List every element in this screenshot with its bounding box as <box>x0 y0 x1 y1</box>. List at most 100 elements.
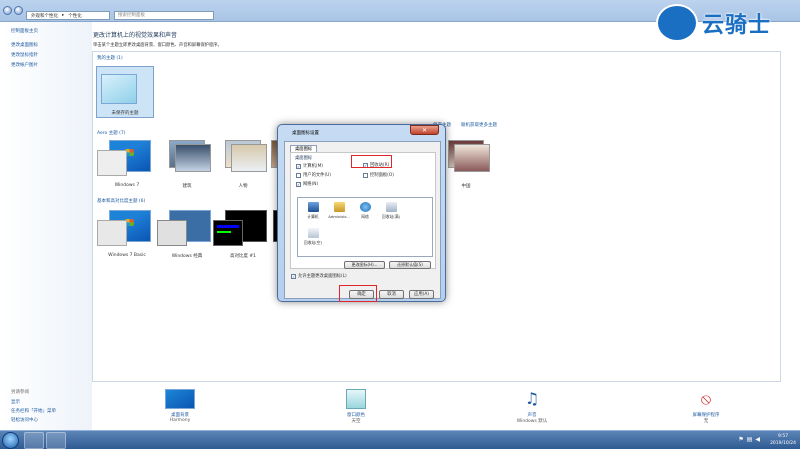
watermark: 云骑士 <box>656 3 784 43</box>
my-themes-heading: 我的主题 (1) <box>97 56 123 61</box>
user-files-checkbox[interactable]: 用户的文件(U) <box>296 172 331 178</box>
icon-settings-group: 桌面图标 ✓ 计算机(M) ✓ 回收站(R) 用户的文件(U) 控制面板(O) ✓ 网… <box>290 152 436 269</box>
clock-time: 9:57 <box>777 434 789 439</box>
theme-color-swatch <box>157 220 187 246</box>
aero-themes-heading: Aero 主题 (7) <box>97 131 126 136</box>
window-color-button[interactable]: 窗口颜色 天空 <box>326 389 386 424</box>
highlight-ok-button <box>339 285 377 302</box>
icon-label: 回收站(空) <box>303 240 323 245</box>
theme-windows7-basic[interactable]: Windows 7 Basic <box>97 210 157 260</box>
page-description: 单击某个主题立即更改桌面背景、窗口颜色、声音和屏幕保护程序。 <box>93 43 222 48</box>
change-desktop-icons-link[interactable]: 更改桌面图标 <box>11 42 38 48</box>
icon-label: 网络 <box>361 214 369 219</box>
breadcrumb-item[interactable]: 个性化 <box>68 13 82 19</box>
control-panel-checkbox[interactable]: 控制面板(O) <box>363 172 394 178</box>
theme-color-swatch <box>213 220 243 246</box>
bottom-item-value: 天空 <box>351 419 361 424</box>
volume-icon[interactable]: ◀ <box>755 436 760 443</box>
icon-item-recycle-full[interactable]: 回收站(满) <box>378 202 404 220</box>
checkbox-label: 网络(N) <box>303 182 319 187</box>
back-button[interactable] <box>3 6 12 15</box>
theme-label: 中国 <box>461 184 471 189</box>
group-label: 桌面图标 <box>295 156 313 161</box>
desktop-background-icon <box>165 389 195 409</box>
bottom-item-value: 无 <box>703 419 709 424</box>
icon-item-network[interactable]: 网络 <box>352 202 378 220</box>
close-button[interactable]: ✕ <box>410 125 439 135</box>
user-folder-icon <box>333 202 345 212</box>
theme-windows7[interactable]: Windows 7 <box>97 140 157 190</box>
sound-button[interactable]: ♫ 声音 Windows 默认 <box>502 389 562 424</box>
screensaver-icon: ⦸ <box>700 389 712 408</box>
checkbox-label: 用户的文件(U) <box>303 173 331 178</box>
theme-label: 人物 <box>238 184 248 189</box>
see-also-title: 另请参阅 <box>11 390 29 395</box>
icon-item-recycle-empty[interactable]: 回收站(空) <box>300 228 326 246</box>
breadcrumb-separator-icon: ▸ <box>62 13 65 18</box>
check-icon: ✓ <box>296 163 301 169</box>
network-icon[interactable]: ▤ <box>747 436 753 443</box>
flag-icon[interactable]: ⚑ <box>738 436 743 443</box>
theme-preview <box>175 144 211 172</box>
desktop-icon-settings-dialog: 桌面图标设置 ✕ 桌面图标 桌面图标 ✓ 计算机(M) ✓ 回收站(R) 用户的文件… <box>277 124 446 302</box>
ease-of-access-link[interactable]: 轻松访问中心 <box>11 417 38 423</box>
restore-default-button[interactable]: 还原默认值(S) <box>389 261 431 269</box>
clock-date: 2019/10/24 <box>770 441 796 446</box>
breadcrumb-item[interactable]: 外观和个性化 <box>31 13 58 19</box>
knight-logo-icon <box>656 4 698 42</box>
theme-color-swatch <box>97 220 127 246</box>
recycle-bin-full-icon <box>385 202 397 212</box>
start-button[interactable] <box>2 432 19 449</box>
theme-label: 高对比度 #1 <box>229 254 257 259</box>
search-input[interactable]: 搜索控制面板 <box>114 11 214 20</box>
check-icon: ✓ <box>296 181 301 187</box>
allow-themes-checkbox[interactable]: ✓ 允许主题更改桌面图标(L) <box>291 273 347 279</box>
forward-button[interactable] <box>14 6 23 15</box>
icon-label: 计算机 <box>307 214 319 219</box>
checkbox-empty-icon <box>363 172 368 178</box>
taskbar-start-menu-link[interactable]: 任务栏和「开始」菜单 <box>11 408 56 414</box>
desktop-icon-list[interactable]: 计算机 Administr... 网络 回收站(满) 回收站(空) <box>297 197 433 257</box>
network-checkbox[interactable]: ✓ 网络(N) <box>296 181 318 187</box>
clock[interactable]: 9:57 2019/10/24 <box>770 433 796 447</box>
dialog-title: 桌面图标设置 <box>292 131 319 136</box>
unsaved-theme-tile[interactable]: 未保存的主题 <box>96 66 154 118</box>
theme-preview <box>231 144 267 172</box>
taskbar-explorer-button[interactable] <box>46 432 66 449</box>
check-icon: ✓ <box>291 273 296 279</box>
change-icon-button[interactable]: 更改图标(H)... <box>344 261 385 269</box>
theme-windows-classic[interactable]: Windows 经典 <box>157 210 217 260</box>
checkbox-label: 允许主题更改桌面图标(L) <box>298 274 347 279</box>
change-mouse-pointer-link[interactable]: 更改鼠标指针 <box>11 52 38 58</box>
watermark-text: 云骑士 <box>702 13 772 38</box>
theme-preview <box>454 144 490 172</box>
theme-label: Windows 7 <box>114 183 140 188</box>
icon-label: 回收站(满) <box>381 214 401 219</box>
icon-item-user[interactable]: Administr... <box>326 202 352 219</box>
icon-item-computer[interactable]: 计算机 <box>300 202 326 220</box>
theme-high-contrast-1[interactable]: 高对比度 #1 <box>213 210 273 260</box>
desktop-background-button[interactable]: 桌面背景 Harmony <box>150 389 210 423</box>
change-account-picture-link[interactable]: 更改帐户图片 <box>11 62 38 68</box>
theme-preview <box>101 74 137 104</box>
display-link[interactable]: 显示 <box>11 399 20 405</box>
theme-china[interactable]: 中国 <box>438 140 494 190</box>
computer-checkbox[interactable]: ✓ 计算机(M) <box>296 163 323 169</box>
online-themes-link[interactable]: 联机获取更多主题 <box>461 122 497 128</box>
network-globe-icon <box>359 202 371 212</box>
checkbox-empty-icon <box>296 172 301 178</box>
theme-label: 未保存的主题 <box>111 111 139 116</box>
theme-architecture[interactable]: 建筑 <box>159 140 215 190</box>
apply-button[interactable]: 应用(A) <box>409 290 434 299</box>
recycle-bin-empty-icon <box>307 228 319 238</box>
page-title: 更改计算机上的视觉效果和声音 <box>93 32 178 39</box>
left-pane: 控制面板主页 更改桌面图标 更改鼠标指针 更改帐户图片 另请参阅 显示 任务栏和… <box>0 22 92 430</box>
control-panel-home-link[interactable]: 控制面板主页 <box>11 28 38 34</box>
theme-characters[interactable]: 人物 <box>215 140 271 190</box>
screensaver-button[interactable]: ⦸ 屏幕保护程序 无 <box>676 389 736 424</box>
taskbar-control-panel-button[interactable] <box>24 432 44 449</box>
address-bar[interactable]: 外观和个性化 ▸ 个性化 <box>26 11 110 20</box>
cancel-button[interactable]: 取消 <box>379 290 404 299</box>
bottom-item-value: Windows 默认 <box>516 419 548 424</box>
theme-label: Windows 7 Basic <box>108 253 146 258</box>
